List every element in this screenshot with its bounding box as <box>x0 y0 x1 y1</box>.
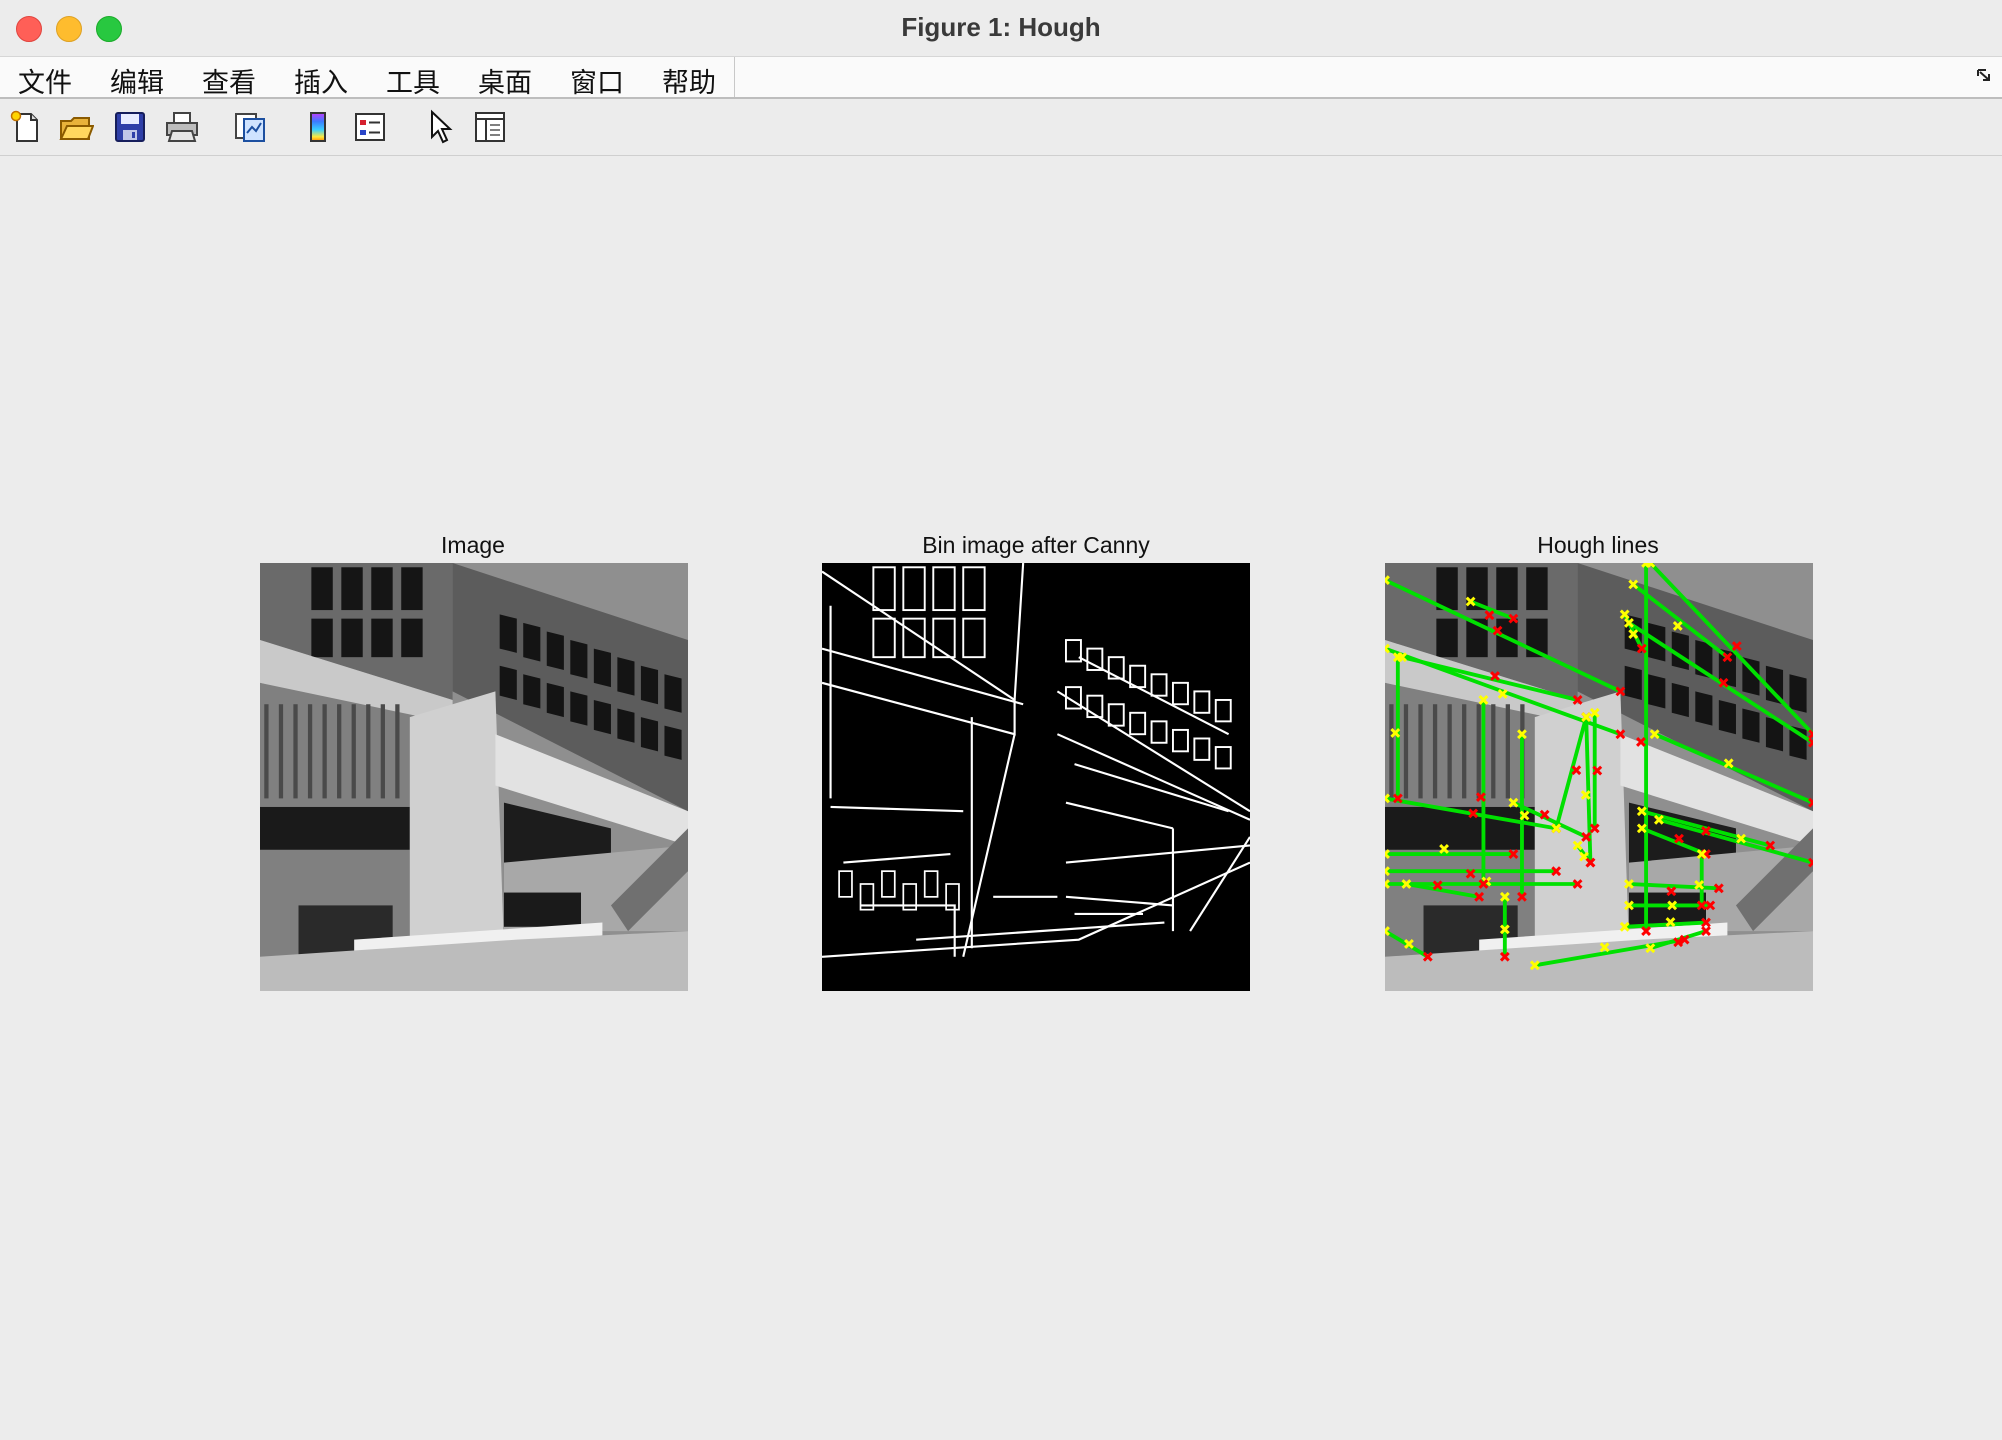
wall-slat <box>395 704 400 799</box>
wall-slat <box>337 704 342 799</box>
line-end-marker <box>1731 641 1742 651</box>
hough-line <box>1385 796 1557 831</box>
wall-slat <box>380 704 385 799</box>
wall-slat <box>307 704 313 799</box>
line-start-marker <box>1599 942 1610 953</box>
window <box>499 665 517 700</box>
wall-slat <box>293 704 298 799</box>
hough-line <box>1385 578 1622 694</box>
menu-window[interactable]: 窗口 <box>570 61 624 100</box>
hough-line <box>1512 800 1587 839</box>
line-start-marker <box>1672 621 1683 631</box>
hough-line <box>1627 621 1813 745</box>
window-title: Figure 1: Hough <box>901 12 1101 42</box>
save-icon[interactable] <box>112 109 148 145</box>
window <box>546 682 564 718</box>
hough-lines-overlay <box>1385 563 1813 971</box>
window <box>401 567 423 611</box>
window <box>546 631 564 670</box>
title-bar: Figure 1: Hough <box>0 0 2002 57</box>
window <box>664 725 682 760</box>
menu-help[interactable]: 帮助 <box>662 61 716 100</box>
dock-arrow-icon[interactable] <box>1976 67 1992 83</box>
hough-line <box>1653 732 1813 805</box>
window <box>401 618 423 658</box>
window <box>640 665 659 705</box>
window <box>311 567 333 611</box>
line-end-marker <box>1666 886 1677 897</box>
window <box>570 640 588 679</box>
pointer-icon[interactable] <box>424 109 460 145</box>
wall-slat <box>278 704 284 799</box>
window <box>664 674 682 713</box>
line-end-marker <box>1484 610 1495 621</box>
print-icon[interactable] <box>164 109 200 145</box>
new-figure-icon[interactable] <box>8 109 44 145</box>
window <box>593 699 611 735</box>
axes-canny[interactable] <box>822 563 1250 991</box>
axes-title-image: Image <box>441 532 505 558</box>
menu-edit[interactable]: 编辑 <box>110 61 164 100</box>
wall-slat <box>351 704 356 799</box>
wall-slat <box>366 704 371 799</box>
menu-tools[interactable]: 工具 <box>386 61 440 100</box>
line-start-marker <box>1439 843 1449 854</box>
window <box>499 614 517 653</box>
open-folder-icon[interactable] <box>58 109 94 145</box>
axes-title-hough: Hough lines <box>1537 532 1659 558</box>
window <box>570 691 588 726</box>
menu-view[interactable]: 查看 <box>202 61 256 100</box>
menu-file[interactable]: 文件 <box>18 61 72 100</box>
line-end-marker <box>1636 736 1646 747</box>
hough-line <box>1649 929 1707 951</box>
window <box>341 567 363 611</box>
window <box>523 674 541 709</box>
toolbar <box>0 99 2002 156</box>
window <box>617 708 635 743</box>
axes-title-canny: Bin image after Canny <box>922 532 1150 558</box>
hough-line <box>1554 716 1589 829</box>
legend-icon[interactable] <box>352 109 388 145</box>
hough-line <box>1385 929 1429 959</box>
hough-line <box>1406 882 1480 899</box>
canny-edge-image <box>822 563 1250 991</box>
window <box>311 618 333 658</box>
window <box>640 717 659 752</box>
window <box>371 567 393 611</box>
menu-insert[interactable]: 插入 <box>294 61 348 100</box>
hough-line <box>1648 563 1813 736</box>
ground-windows <box>260 806 410 850</box>
wall-slat <box>322 704 327 799</box>
property-editor-icon[interactable] <box>472 109 508 145</box>
axes-hough[interactable] <box>1385 563 1813 991</box>
menu-bar: 文件 编辑 查看 插入 工具 桌面 窗口 帮助 <box>0 57 2002 99</box>
hough-line <box>1401 655 1579 702</box>
window <box>523 622 541 662</box>
window <box>593 648 611 688</box>
canny-background <box>822 563 1250 991</box>
hough-line <box>1641 826 1707 856</box>
window <box>371 618 393 658</box>
window <box>341 618 363 658</box>
hough-line <box>1624 920 1707 929</box>
wall-slat <box>264 704 269 799</box>
colorbar-icon[interactable] <box>300 109 336 145</box>
column-lit <box>409 691 504 949</box>
link-plot-icon[interactable] <box>232 109 268 145</box>
axes-image[interactable] <box>260 563 688 991</box>
door-windows <box>503 892 581 927</box>
window <box>617 657 635 696</box>
menu-desktop[interactable]: 桌面 <box>478 61 532 100</box>
menu-separator <box>734 57 735 97</box>
building-photo <box>260 563 688 991</box>
